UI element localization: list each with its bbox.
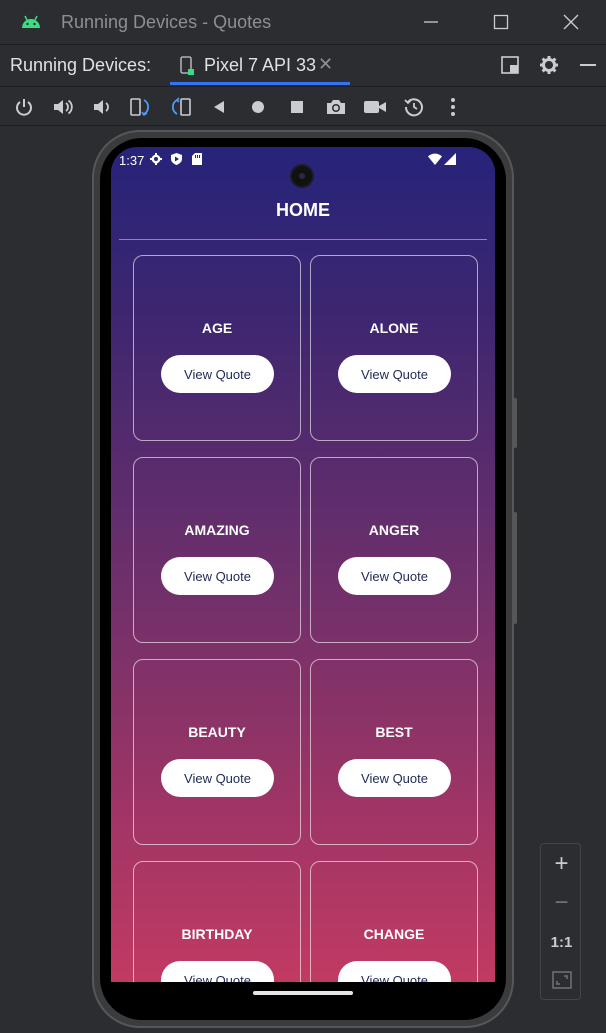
minimize-icon bbox=[424, 21, 438, 23]
category-title: CHANGE bbox=[363, 926, 425, 942]
category-card: AGE View Quote bbox=[133, 255, 301, 441]
front-camera bbox=[290, 164, 314, 188]
maximize-icon bbox=[493, 14, 509, 30]
title-bar: Running Devices - Quotes bbox=[0, 0, 606, 44]
minus-icon bbox=[580, 64, 596, 66]
category-card: CHANGE View Quote bbox=[310, 861, 478, 982]
category-card: ALONE View Quote bbox=[310, 255, 478, 441]
running-devices-label: Running Devices: bbox=[10, 55, 152, 75]
home-button[interactable] bbox=[246, 95, 270, 119]
fit-to-screen-icon bbox=[551, 971, 572, 989]
sd-card-icon bbox=[192, 153, 202, 165]
volume-up-icon bbox=[54, 99, 73, 115]
category-title: BIRTHDAY bbox=[181, 926, 253, 942]
volume-up-button[interactable] bbox=[51, 95, 75, 119]
view-quote-button[interactable]: View Quote bbox=[338, 557, 451, 595]
tabs-bar: Running Devices: Pixel 7 API 33 ✕ bbox=[0, 44, 606, 86]
screen-record-button[interactable] bbox=[363, 95, 387, 119]
category-title: BEST bbox=[375, 724, 413, 740]
hide-panel-button[interactable] bbox=[576, 53, 600, 77]
zoom-in-button[interactable]: + bbox=[541, 846, 582, 882]
power-icon bbox=[16, 99, 32, 116]
cellular-signal-icon bbox=[444, 153, 456, 165]
tab-pixel-7[interactable]: Pixel 7 API 33 ✕ bbox=[170, 45, 350, 85]
home-icon bbox=[252, 101, 264, 113]
screenshot-button[interactable] bbox=[324, 95, 348, 119]
category-title: AMAZING bbox=[184, 522, 250, 538]
rotate-right-icon bbox=[171, 97, 191, 116]
settings-button[interactable] bbox=[537, 53, 561, 77]
status-time: 1:37 bbox=[119, 153, 145, 168]
category-title: ALONE bbox=[369, 320, 419, 336]
category-title: BEAUTY bbox=[188, 724, 246, 740]
category-card: BEST View Quote bbox=[310, 659, 478, 845]
tab-label: Pixel 7 API 33 bbox=[204, 55, 317, 75]
view-quote-button[interactable]: View Quote bbox=[338, 961, 451, 982]
zoom-controls: + − 1:1 bbox=[540, 843, 581, 1000]
view-quote-button[interactable]: View Quote bbox=[161, 355, 274, 393]
device-screen[interactable]: 1:37 HOME AGE View Quote ALONE View Quot… bbox=[111, 147, 495, 982]
category-card: AMAZING View Quote bbox=[133, 457, 301, 643]
power-button[interactable] bbox=[12, 95, 36, 119]
view-quote-button[interactable]: View Quote bbox=[161, 961, 274, 982]
close-window-button[interactable] bbox=[556, 8, 586, 36]
view-quote-button[interactable]: View Quote bbox=[338, 355, 451, 393]
category-card: BEAUTY View Quote bbox=[133, 659, 301, 845]
video-camera-icon bbox=[364, 101, 386, 113]
rotate-left-button[interactable] bbox=[129, 95, 153, 119]
zoom-out-button[interactable]: − bbox=[541, 885, 582, 921]
phone-volume-key bbox=[513, 512, 517, 624]
layout-icon bbox=[501, 56, 519, 74]
android-icon bbox=[22, 15, 40, 28]
category-card: BIRTHDAY View Quote bbox=[133, 861, 301, 982]
gesture-handle[interactable] bbox=[253, 991, 353, 995]
category-card: ANGER View Quote bbox=[310, 457, 478, 643]
phone-device-icon bbox=[180, 56, 194, 75]
close-tab-icon[interactable]: ✕ bbox=[318, 54, 333, 75]
minimize-button[interactable] bbox=[416, 8, 446, 36]
back-button[interactable] bbox=[207, 95, 231, 119]
device-toolbar bbox=[0, 86, 606, 126]
wifi-icon bbox=[428, 153, 442, 165]
history-icon bbox=[404, 98, 423, 117]
category-title: ANGER bbox=[368, 522, 420, 538]
back-icon bbox=[214, 101, 224, 113]
volume-down-button[interactable] bbox=[90, 95, 114, 119]
window-title: Running Devices - Quotes bbox=[61, 12, 272, 32]
category-title: AGE bbox=[201, 320, 233, 336]
layout-toggle-button[interactable] bbox=[498, 53, 522, 77]
phone-power-key bbox=[513, 398, 517, 448]
fit-screen-button[interactable] bbox=[541, 962, 582, 998]
rotate-right-button[interactable] bbox=[168, 95, 192, 119]
overview-button[interactable] bbox=[285, 95, 309, 119]
view-quote-button[interactable]: View Quote bbox=[161, 557, 274, 595]
screen-title: HOME bbox=[276, 200, 330, 220]
gear-icon bbox=[540, 56, 558, 74]
camera-icon bbox=[327, 100, 345, 114]
close-icon bbox=[563, 14, 579, 30]
settings-notification-icon bbox=[150, 153, 162, 165]
snapshot-reset-button[interactable] bbox=[402, 95, 426, 119]
more-vertical-icon bbox=[451, 98, 455, 116]
shield-notification-icon bbox=[171, 153, 182, 165]
maximize-button[interactable] bbox=[486, 8, 516, 36]
overview-icon bbox=[291, 101, 303, 113]
rotate-left-icon bbox=[130, 98, 150, 117]
view-quote-button[interactable]: View Quote bbox=[161, 759, 274, 797]
title-divider bbox=[119, 239, 487, 240]
more-options-button[interactable] bbox=[441, 95, 465, 119]
volume-down-icon bbox=[94, 100, 109, 114]
view-quote-button[interactable]: View Quote bbox=[338, 759, 451, 797]
actual-size-button[interactable]: 1:1 bbox=[541, 924, 582, 960]
